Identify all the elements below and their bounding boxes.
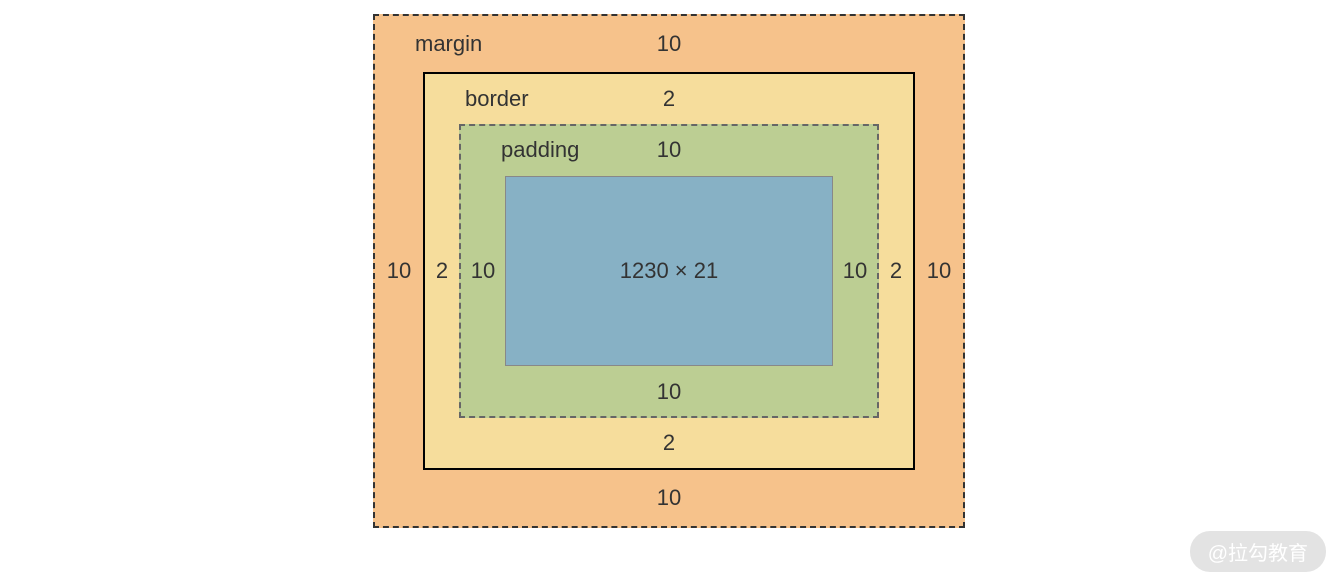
border-box: border 2 2 padding 10 10	[423, 72, 915, 470]
padding-label: padding	[501, 137, 579, 163]
padding-bottom-edge: 10	[461, 368, 877, 416]
css-box-model-diagram: margin 10 10 border 2 2	[373, 14, 965, 528]
padding-top-value: 10	[657, 137, 681, 163]
margin-label: margin	[415, 31, 482, 57]
margin-top-edge: margin 10	[375, 16, 963, 72]
border-bottom-edge: 2	[425, 418, 913, 468]
padding-box: padding 10 10 1230 × 21 10	[459, 124, 879, 418]
border-label: border	[465, 86, 529, 112]
padding-bottom-value: 10	[657, 379, 681, 405]
margin-bottom-value: 10	[657, 485, 681, 511]
border-top-edge: border 2	[425, 74, 913, 124]
content-box: 1230 × 21	[505, 176, 833, 366]
padding-top-edge: padding 10	[461, 126, 877, 174]
border-right-value: 2	[879, 124, 913, 418]
content-dimensions: 1230 × 21	[620, 258, 718, 284]
watermark-badge: @拉勾教育	[1190, 531, 1326, 572]
border-left-value: 2	[425, 124, 459, 418]
margin-right-value: 10	[915, 72, 963, 470]
border-bottom-value: 2	[663, 430, 675, 456]
margin-top-value: 10	[657, 31, 681, 57]
margin-left-value: 10	[375, 72, 423, 470]
border-top-value: 2	[663, 86, 675, 112]
margin-box: margin 10 10 border 2 2	[373, 14, 965, 528]
margin-bottom-edge: 10	[375, 470, 963, 526]
watermark-text: @拉勾教育	[1208, 543, 1308, 565]
padding-right-value: 10	[833, 174, 877, 368]
padding-left-value: 10	[461, 174, 505, 368]
